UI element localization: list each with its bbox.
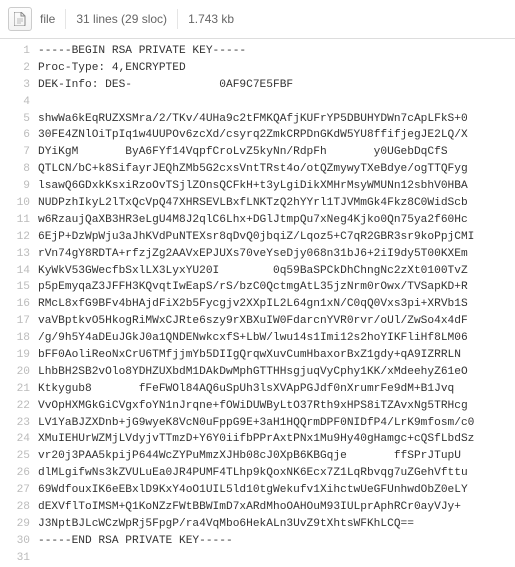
code-line: KyWkV53GWecfbSxlLX3LyxYU20I 0q59BaSPCkDh… bbox=[38, 263, 474, 280]
line-number: 18 bbox=[0, 330, 30, 347]
line-number: 20 bbox=[0, 364, 30, 381]
line-number: 8 bbox=[0, 161, 30, 178]
code-line: QTLCN/bC+k8SifayrJEQhZMb5G2cxsVntTRst4o/… bbox=[38, 161, 474, 178]
code-line: NUDPzhIkyL2lTxQcVpQ47XHRSEVLBxfLNKTzQ2hY… bbox=[38, 195, 474, 212]
line-number: 25 bbox=[0, 448, 30, 465]
code-line: bFF0AoliReoNxCrU6TMfjjmYb5DIIgQrqwXuvCum… bbox=[38, 347, 474, 364]
line-number: 23 bbox=[0, 415, 30, 432]
code-line: /g/9h5Y4aDEuJGkJ0a1QNDENwkcxfS+LbW/lwu14… bbox=[38, 330, 474, 347]
line-number: 5 bbox=[0, 111, 30, 128]
code-line: dEXVflToIMSM+Q1KoNZzFWtBBWImD7xARdMhoOAH… bbox=[38, 499, 474, 516]
line-number: 21 bbox=[0, 381, 30, 398]
line-number: 3 bbox=[0, 77, 30, 94]
code-line: 30FE4ZNlOiTpIq1w4UUPOv6zcXd/csyrq2ZmkCRP… bbox=[38, 127, 474, 144]
line-number: 13 bbox=[0, 246, 30, 263]
code-line: p5pEmyqaZ3JFFH3KQvqtIwEapS/rS/bzC0QctmgA… bbox=[38, 279, 474, 296]
code-line: VvOpHXMGkGiCVgxfoYN1nJrqne+fOWiDUWByLtO3… bbox=[38, 398, 474, 415]
code-line: LhbBH2SB2vOlo8YDHZUXbdM1DAkDwMphGTTHHsgj… bbox=[38, 364, 474, 381]
code-line: shwWa6kEqRUZXSMra/2/TKv/4UHa9c2tFMKQAfjK… bbox=[38, 111, 474, 128]
filename-label: file bbox=[40, 12, 55, 26]
line-number: 22 bbox=[0, 398, 30, 415]
code-line: RMcL8xfG9BFv4bHAjdFiX2b5Fycgjv2XXpIL2L64… bbox=[38, 296, 474, 313]
code-line: Proc-Type: 4,ENCRYPTED bbox=[38, 60, 474, 77]
line-number: 29 bbox=[0, 516, 30, 533]
line-number: 19 bbox=[0, 347, 30, 364]
line-number-gutter: 1234567891011121314151617181920212223242… bbox=[0, 43, 38, 567]
code-line bbox=[38, 94, 474, 111]
code-line: LV1YaBJZXDnb+jG9wyeK8VcN0uFppG9E+3aH1HQQ… bbox=[38, 415, 474, 432]
line-number: 30 bbox=[0, 533, 30, 550]
line-number: 31 bbox=[0, 550, 30, 567]
line-number: 7 bbox=[0, 144, 30, 161]
code-line: 69WdfouxIK6eEBxlD9KxY4oO1UIL5ld10tgWekuf… bbox=[38, 482, 474, 499]
toolbar: file 31 lines (29 sloc) 1.743 kb bbox=[0, 0, 515, 39]
line-number: 26 bbox=[0, 465, 30, 482]
line-number: 1 bbox=[0, 43, 30, 60]
size-meta: 1.743 kb bbox=[188, 12, 234, 26]
line-number: 28 bbox=[0, 499, 30, 516]
line-number: 16 bbox=[0, 296, 30, 313]
line-number: 11 bbox=[0, 212, 30, 229]
code-area: 1234567891011121314151617181920212223242… bbox=[0, 39, 515, 567]
separator bbox=[177, 9, 178, 29]
code-line: DYiKgM ByA6FYf14VqpfCroLvZ5kyNn/RdpFh y0… bbox=[38, 144, 474, 161]
code-line: vaVBptkvO5HkogRiMWxCJRte6szy9rXBXuIW0Fda… bbox=[38, 313, 474, 330]
code-line: 6EjP+DzWpWju3aJhKVdPuNTEXsr8qDvQ0jbqiZ/L… bbox=[38, 229, 474, 246]
line-number: 27 bbox=[0, 482, 30, 499]
line-number: 2 bbox=[0, 60, 30, 77]
line-number: 10 bbox=[0, 195, 30, 212]
code-line: -----END RSA PRIVATE KEY----- bbox=[38, 533, 474, 550]
code-line: w6RzaujQaXB3HR3eLgU4M8J2qlC6Lhx+DGlJtmpQ… bbox=[38, 212, 474, 229]
code-line: Ktkygub8 fFeFWOl84AQ6uSpUh3lsXVApPGJdf0n… bbox=[38, 381, 474, 398]
code-line: rVn74gY8RDTA+rfzjZg2AAVxEPJUXs70veYseDjy… bbox=[38, 246, 474, 263]
line-number: 9 bbox=[0, 178, 30, 195]
code-line bbox=[38, 550, 474, 567]
code-line: DEK-Info: DES- 0AF9C7E5FBF bbox=[38, 77, 474, 94]
line-number: 12 bbox=[0, 229, 30, 246]
lines-meta: 31 lines (29 sloc) bbox=[76, 12, 167, 26]
code-line: -----BEGIN RSA PRIVATE KEY----- bbox=[38, 43, 474, 60]
line-number: 6 bbox=[0, 127, 30, 144]
code-line: vr20j3PAA5kpijP644WcZYPuMmzXJHb08cJ0XpB6… bbox=[38, 448, 474, 465]
code-line: J3NptBJLcWCzWpRj5FpgP/ra4VqMbo6HekALn3Uv… bbox=[38, 516, 474, 533]
line-number: 15 bbox=[0, 279, 30, 296]
line-number: 17 bbox=[0, 313, 30, 330]
separator bbox=[65, 9, 66, 29]
code-line: lsawQ6GDxkKsxiRzoOvTSjlZOnsQCFkH+t3yLgiD… bbox=[38, 178, 474, 195]
line-number: 14 bbox=[0, 263, 30, 280]
code-line: dlMLgifwNs3kZVULuEa0JR4PUMF4TLhp9kQoxNK6… bbox=[38, 465, 474, 482]
code-lines: -----BEGIN RSA PRIVATE KEY-----Proc-Type… bbox=[38, 43, 474, 567]
code-line: XMuIEHUrWZMjLVdyjvTTmzD+Y6Y0iifbPPrAxtPN… bbox=[38, 431, 474, 448]
document-icon[interactable] bbox=[8, 7, 32, 31]
line-number: 4 bbox=[0, 94, 30, 111]
line-number: 24 bbox=[0, 431, 30, 448]
